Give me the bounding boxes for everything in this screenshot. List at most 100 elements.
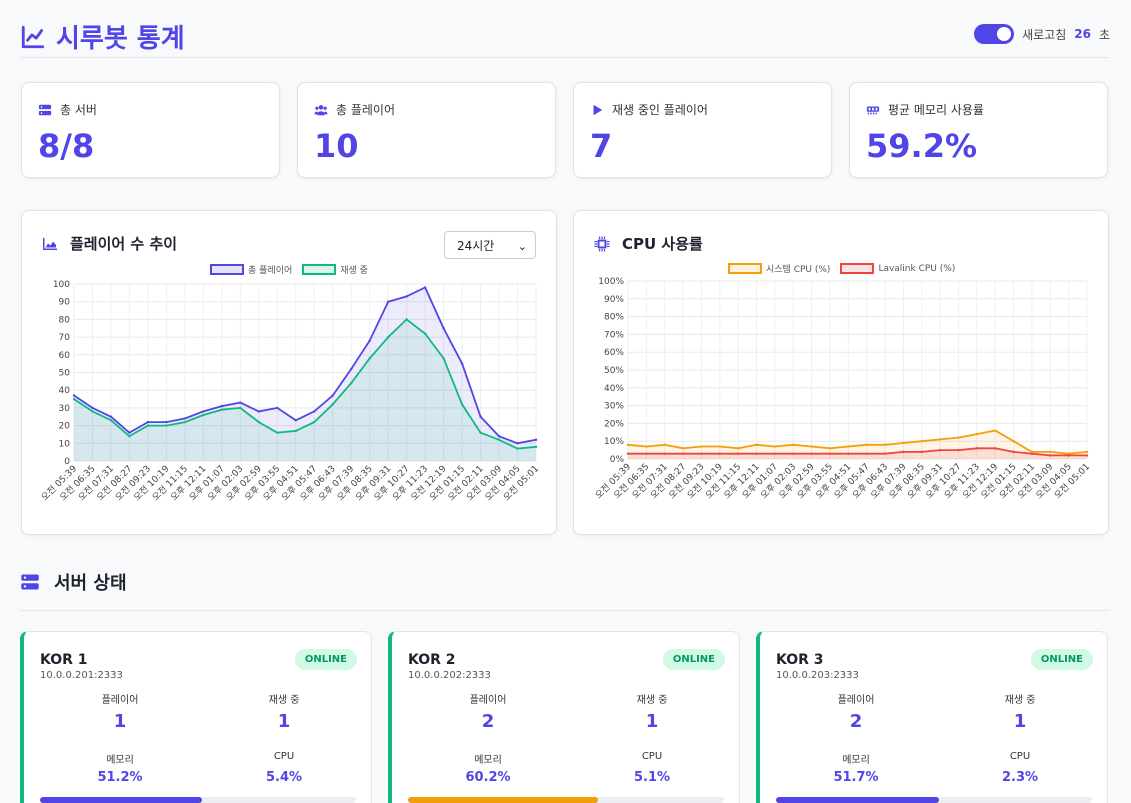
server-card[interactable]: KOR 2 10.0.0.202:2333 ONLINE 플레이어 2 재생 중…	[388, 631, 740, 803]
data-point	[479, 431, 482, 434]
data-point	[109, 415, 113, 418]
data-point	[1049, 450, 1052, 454]
data-point	[957, 448, 960, 452]
data-point	[736, 447, 740, 450]
y-tick-label: 20%	[604, 419, 624, 429]
memory-label: 메모리	[842, 755, 870, 766]
cpu-value: 2.3%	[1001, 770, 1039, 785]
data-point	[883, 452, 887, 455]
data-point	[294, 419, 297, 422]
y-tick-label: 100	[53, 280, 70, 290]
playing-label: 재생 중	[636, 695, 668, 706]
page-title-text: 시루봇 통계	[56, 24, 185, 54]
data-point	[883, 443, 887, 446]
players-chart-panel: 플레이어 수 추이 24시간 ⌄ 총 플레이어 재생 중 0 10 20 30 40 50…	[21, 210, 557, 535]
data-point	[368, 357, 371, 360]
data-point	[938, 448, 942, 452]
chart-line-icon	[21, 25, 45, 48]
data-point	[146, 424, 150, 427]
status-badge: ONLINE	[1030, 649, 1093, 670]
memory-label: 메모리	[106, 755, 134, 766]
data-point	[736, 452, 740, 455]
data-point	[442, 327, 445, 330]
auto-refresh-toggle[interactable]	[974, 24, 1015, 44]
data-point	[109, 419, 113, 422]
server-icon	[38, 104, 52, 115]
auto-refresh: 새로고침 26 초	[974, 24, 1110, 44]
data-point	[626, 452, 630, 455]
server-address: 10.0.0.202:2333	[408, 670, 491, 681]
data-point	[902, 450, 905, 454]
data-point	[276, 431, 279, 434]
servers-section-title: 서버 상태	[20, 569, 127, 595]
refresh-countdown: 26	[1074, 27, 1091, 41]
data-point	[257, 420, 260, 424]
stat-card-memory: 평균 메모리 사용률 59.2%	[849, 82, 1108, 178]
y-tick-label: 10%	[604, 437, 624, 447]
data-point	[276, 406, 279, 410]
data-point	[146, 420, 150, 424]
stat-label: 평균 메모리 사용률	[866, 101, 984, 118]
stat-value: 8/8	[38, 127, 95, 165]
stat-value: 10	[314, 127, 359, 165]
y-tick-label: 100%	[598, 277, 624, 287]
data-point	[810, 452, 813, 455]
data-point	[828, 452, 832, 455]
players-value: 1	[113, 711, 127, 732]
stat-value: 59.2%	[866, 127, 978, 165]
data-point	[718, 445, 721, 448]
memory-bar-fill	[408, 797, 599, 803]
stat-label: 총 플레이어	[314, 101, 395, 118]
users-icon	[314, 104, 328, 115]
memory-label: 메모리	[474, 755, 502, 766]
stat-label-text: 재생 중인 플레이어	[612, 103, 708, 117]
data-point	[516, 447, 519, 450]
data-point	[626, 443, 630, 446]
memory-value: 60.2%	[465, 770, 511, 785]
server-card[interactable]: KOR 1 10.0.0.201:2333 ONLINE 플레이어 1 재생 중…	[20, 631, 372, 803]
data-point	[957, 436, 960, 439]
stat-card-playing: 재생 중인 플레이어 7	[573, 82, 832, 178]
data-point	[1012, 440, 1015, 443]
players-label: 플레이어	[469, 695, 507, 706]
server-card[interactable]: KOR 3 10.0.0.203:2333 ONLINE 플레이어 2 재생 중…	[756, 631, 1108, 803]
data-point	[423, 332, 427, 335]
cpu-label: CPU	[1009, 751, 1031, 762]
stat-label-text: 평균 메모리 사용률	[888, 103, 984, 117]
y-tick-label: 20	[59, 422, 71, 432]
memory-icon	[866, 106, 880, 114]
data-point	[183, 417, 187, 420]
cpu-label: CPU	[641, 751, 663, 762]
data-point	[423, 286, 427, 289]
playing-value: 1	[277, 711, 291, 732]
players-value: 2	[481, 711, 495, 732]
data-point	[534, 445, 538, 449]
data-point	[663, 443, 666, 446]
data-point	[128, 435, 131, 438]
status-badge: ONLINE	[294, 649, 357, 670]
y-tick-label: 50	[59, 369, 71, 379]
data-point	[239, 406, 242, 410]
data-point	[479, 415, 482, 418]
memory-value: 51.2%	[97, 770, 143, 785]
data-point	[718, 452, 721, 455]
playing-label: 재생 중	[1004, 695, 1036, 706]
y-tick-label: 90%	[604, 295, 624, 305]
stat-label: 재생 중인 플레이어	[590, 101, 708, 118]
data-point	[331, 394, 334, 397]
servers-section-title-text: 서버 상태	[54, 573, 127, 594]
status-badge: ONLINE	[662, 649, 725, 670]
stat-label-text: 총 서버	[60, 103, 97, 117]
server-name: KOR 1	[40, 652, 88, 668]
data-point	[938, 438, 942, 441]
data-point	[755, 443, 758, 446]
data-point	[663, 452, 666, 455]
data-point	[828, 447, 832, 450]
data-point	[257, 410, 260, 413]
data-point	[645, 452, 648, 455]
refresh-label: 새로고침	[1022, 27, 1067, 42]
data-point	[920, 440, 923, 443]
data-point	[405, 295, 408, 298]
data-point	[792, 452, 795, 455]
y-tick-label: 80	[59, 315, 71, 325]
